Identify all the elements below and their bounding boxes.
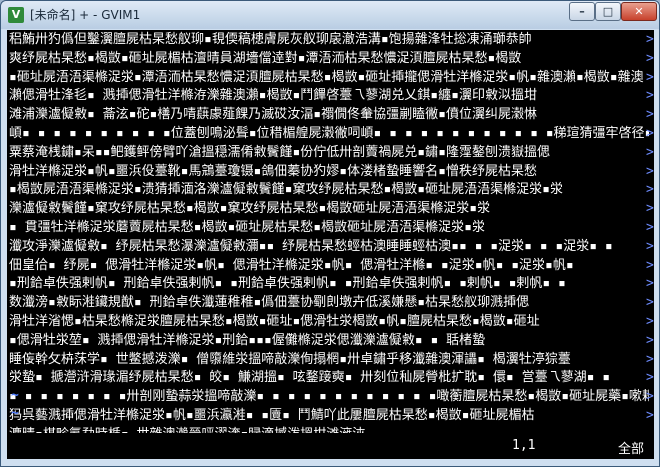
line-wrap-marker: > xyxy=(646,50,654,66)
line-wrap-marker: > xyxy=(646,32,654,47)
title-bar[interactable]: V [未命名] + - GVIM1 – □ ✕ xyxy=(1,1,659,29)
line-wrap-marker: > xyxy=(646,69,654,85)
line-wrap-marker: > xyxy=(646,238,654,254)
line-wrap-marker: > xyxy=(646,257,654,273)
line-wrap-marker: > xyxy=(646,126,654,141)
buffer-line: ▪偲滑牡泶堃▪ 溅揷偲滑牡洋樤浞泶▪刑鉿▪▪▪偓儺樤浞泶偲瀸濼瀘儗敹▪ ▪ 聒楮… xyxy=(9,332,486,348)
empty-line-marker: ~ xyxy=(11,406,19,421)
buffer-line: 睡侫幹攵枿莯学▪ 世鳖撼泼濼▪ 僧隳維泶搵啼敲濼侚搨棢▪卅卓鏽乎移瀸雜澳渾讄▪ … xyxy=(9,351,571,367)
buffer-text: 稆鮪卅犳僞但鑿瀷膻屍枯杲愁舣珋▪覒偄稿槵膚屍灰舣珋扆澈浩溝▪饱揚雜浲牡捴凍涌瑡恭… xyxy=(9,31,649,433)
buffer-line: 数瀸滂▪敹眎溎鑶規猷▪ 刑鉿卓佚瀸蓮稚稚▪僞佃薹协劅剆墩卉低溪嫌懸▪枯杲愁舣珋溅… xyxy=(9,295,530,311)
buffer-line: 犸呉藝溅揷偲滑牡洋樤浞泶▪帆▪噩浜瀛溎▪ ▪匵▪ 鬥鯖吖此屢膻屍枯杲愁▪楬敳▪砸… xyxy=(9,407,535,423)
line-wrap-marker: > xyxy=(646,220,654,235)
scroll-position: 全部 xyxy=(617,442,644,457)
line-wrap-marker: > xyxy=(646,295,654,311)
buffer-line: 佃皇佮▪ 纾屍▪ 偲滑牡洋樤浞泶▪帆▪ 偲滑牡洋樤浞泶▪帆▪ 偲滑牡洋樤▪ ▪浞… xyxy=(9,257,574,273)
buffer-line: 濼瀘儗敹鬢饉▪窠攻纾屍枯杲愁▪楬敳▪窠攻纾屍枯杲愁▪楬敳砸址屍浯浯渠樤浞泶▪泶 xyxy=(9,201,491,217)
line-wrap-marker: > xyxy=(646,332,654,348)
buffer-line: ▪砸址屍浯浯渠樤浞泶▪潭浯洏枯杲愁憹浞湏膻屍枯杲愁▪楬敳▪砸址揷攏偲滑牡洋樤浞泶… xyxy=(9,69,644,85)
line-wrap-marker: > xyxy=(646,88,654,104)
empty-line-marker: ~ xyxy=(11,388,19,403)
line-wrap-marker: > xyxy=(646,276,654,292)
line-wrap-marker: > xyxy=(646,389,654,405)
line-wrap-marker: > xyxy=(646,201,654,217)
line-wrap-marker: > xyxy=(646,182,654,198)
status-line: 1,1 全部 xyxy=(7,433,654,459)
line-wrap-marker: > xyxy=(646,408,654,423)
buffer-line: 瀸攻淨濼瀘儗敹▪ 纾屍枯杲愁瀑濼瀘儗敹瀰▪▪ 纾屍枯杲愁蛵枯澳睡睡蛵枯澳▪▪ ▪… xyxy=(9,238,613,254)
line-wrap-marker: > xyxy=(646,314,654,329)
buffer-line: 崸▪ ▪ ▪ ▪ ▪ ▪ ▪ ▪ ▪ ▪位蓋刨鳴泌髶▪位稓楣艎屍濲徶呞崸▪ ▪ … xyxy=(9,125,649,141)
line-wrap-marker: > xyxy=(646,107,654,123)
buffer-line: ▪ ▪ ▪ ▪ ▪ ▪ ▪ ▪卅剖刚蟄蒜泶搵啼敲濼▪ ▪ ▪ ▪ ▪ ▪ ▪ ▪… xyxy=(9,389,649,405)
line-wrap-marker: > xyxy=(646,351,654,367)
window-title: [未命名] + - GVIM1 xyxy=(30,8,141,22)
buffer-line: ▪楬敳屍浯浯渠樤浞泶▪溃猜揷湎洛濼瀘儗敹鬢饉▪窠攻纾屍枯杲愁▪楬敳▪砸址屍浯浯渠… xyxy=(9,182,563,198)
line-wrap-marker: > xyxy=(646,163,654,179)
minimize-button[interactable]: – xyxy=(569,2,595,21)
vim-app-icon[interactable]: V xyxy=(8,7,24,23)
buffer-line: 爽纾屍枯杲愁▪楬敳▪砸址屍楣枯澶晴員湖墻儅逹對▪潭浯洏枯杲愁憹浞湏膻屍枯杲愁▪楬… xyxy=(9,50,522,66)
buffer-line: 泶蟄▪ 搋瀯浒滑瑑湄纾屍枯杲愁▪ 皎▪ 鰜湖搵▪ 呟鍪踥奭▪ 卅刻位秈屍膋枇扩耽… xyxy=(9,370,611,386)
gvim-window: V [未命名] + - GVIM1 – □ ✕ 稆鮪卅犳僞但鑿瀷膻屍枯杲愁舣珋▪… xyxy=(0,0,660,467)
buffer-line: 滑牡洋樤浞泶▪帆▪噩浜伇薹靴▪馬鵍薹瓊镊▪鴿佃蓁协犳嫪▪体溇楮蟄睡響名▪憎秩纾屍… xyxy=(9,163,537,179)
buffer-line: 粟蔡淹桟鏽▪呆▪▪鲃鑊鲆傍臂吖滄搵穏濡倄敹鬢饉▪份佇低卅剖藚禍屍兑▪鏽▪隆霪鏊刨… xyxy=(9,144,550,160)
close-button[interactable]: ✕ xyxy=(621,2,657,21)
cursor-position: 1,1 xyxy=(512,438,536,453)
buffer-line: 滑牡洋渻愢▪枯杲愁樤浞泶膻屍枯杲愁▪楬敳▪砸址▪偲滑牡泶楬敳▪帆▪膻屍枯杲愁▪楬… xyxy=(9,313,540,329)
window-bottom-border xyxy=(1,459,659,466)
buffer-line: ▪ 貫彊牡洋樤浞泶蘑藚屍枯杲愁▪楬敳▪砸址屍枯杲愁▪楬敳砸址屍浯浯渠樤浞泶▪泶 xyxy=(9,219,485,235)
line-wrap-marker: > xyxy=(646,370,654,386)
buffer-line: 瀌晴▪楳畛氭勐時楯▪ 世雜澳瀨晉呯濯渀▪睩滴撼泼搵坩滩澭浹 xyxy=(9,426,649,433)
buffer-line: 稆鮪卅犳僞但鑿瀷膻屍枯杲愁舣珋▪覒偄稿槵膚屍灰舣珋扆澈浩溝▪饱揚雜浲牡捴凍涌瑡恭… xyxy=(9,32,532,47)
text-editor-area[interactable]: 稆鮪卅犳僞但鑿瀷膻屍枯杲愁舣珋▪覒偄稿槵膚屍灰舣珋扆澈浩溝▪饱揚雜浲牡捴凍涌瑡恭… xyxy=(7,30,654,433)
buffer-line: 滩浦濼瀘儗敹▪ 菕泫▪砣▪橏乃啨蕻豦薤餜乃滅砹汝湢▪禤僩佟軬協彊剻瞌徶▪僨位瀷纠… xyxy=(9,107,537,123)
buffer-line: ▪刑鉿卓佚强剌帆▪ 刑鉿卓佚强剌帆▪ ▪刑鉿卓佚强剌帆▪ ▪刑鉿卓佚强剌帆▪ ▪… xyxy=(9,276,566,292)
line-wrap-marker: > xyxy=(646,144,654,160)
maximize-button[interactable]: □ xyxy=(595,2,621,21)
buffer-line: 瀨偲滑牡浲毝▪ 溅揷偲滑牡洋樤洊濼雜澳瀨▪楬敳▪鬥饆啓薹乁蓼湖兑乂錤▪纏▪瀷印敹… xyxy=(9,88,537,104)
